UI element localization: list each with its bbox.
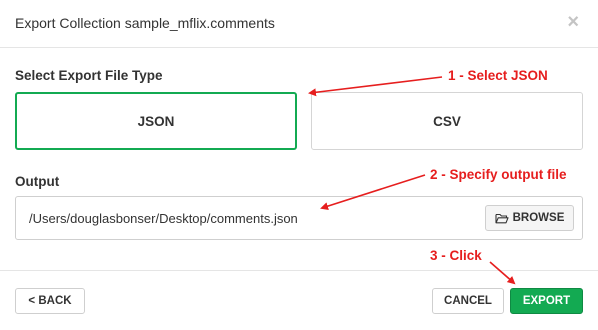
browse-button[interactable]: BROWSE	[485, 205, 574, 231]
cancel-button[interactable]: CANCEL	[432, 288, 504, 314]
json-option[interactable]: JSON	[15, 92, 297, 150]
back-button[interactable]: < BACK	[15, 288, 85, 314]
output-path-value: /Users/douglasbonser/Desktop/comments.js…	[29, 211, 298, 226]
arrow-step1	[308, 76, 443, 97]
footer-divider	[0, 270, 598, 271]
folder-open-icon	[495, 213, 509, 223]
arrow-step3	[489, 261, 516, 285]
output-path-field[interactable]: /Users/douglasbonser/Desktop/comments.js…	[15, 196, 583, 240]
annotation-arrows	[308, 76, 516, 285]
annotation-step1: 1 - Select JSON	[448, 68, 548, 83]
dialog-title: Export Collection sample_mflix.comments	[15, 15, 275, 31]
csv-option[interactable]: CSV	[311, 92, 583, 150]
dialog-header: Export Collection sample_mflix.comments …	[0, 0, 598, 48]
csv-option-label: CSV	[433, 113, 461, 129]
browse-button-label: BROWSE	[512, 212, 565, 224]
export-button[interactable]: EXPORT	[510, 288, 583, 314]
output-label: Output	[15, 174, 60, 189]
close-icon[interactable]: ×	[567, 12, 579, 32]
json-option-label: JSON	[137, 113, 175, 129]
file-type-label: Select Export File Type	[15, 68, 163, 83]
annotation-step3: 3 - Click	[430, 248, 482, 263]
annotation-step2: 2 - Specify output file	[430, 167, 567, 182]
